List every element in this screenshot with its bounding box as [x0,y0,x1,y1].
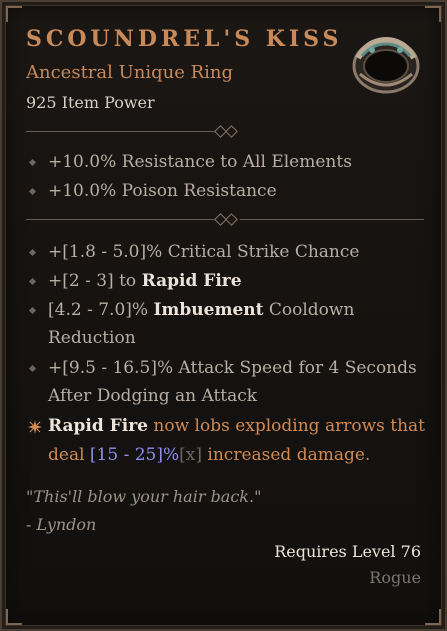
item-power: 925 Item Power [26,93,155,112]
item-tooltip: SCOUNDREL'S KISS Ancestral Unique Ring 9… [0,0,447,631]
frame-corner [6,609,22,625]
unique-star-icon [28,420,42,434]
ring-icon [352,36,420,94]
diamond-bullet-icon [28,158,37,167]
class-requirement: Rogue [369,568,421,587]
diamond-bullet-icon [28,187,37,196]
section-divider [26,125,424,138]
frame-corner [425,6,441,22]
frame-corner [425,609,441,625]
diamond-bullet-icon [28,364,37,373]
diamond-bullet-icon [28,277,37,286]
flavor-author: - Lyndon [26,515,97,534]
diamond-bullet-icon [28,248,37,257]
flavor-quote: "This'll blow your hair back." [26,487,262,506]
diamond-bullet-icon [28,306,37,315]
item-name: SCOUNDREL'S KISS [26,26,343,52]
frame-corner [6,6,22,22]
item-type: Ancestral Unique Ring [26,62,234,83]
section-divider [26,213,424,226]
level-requirement: Requires Level 76 [274,542,421,561]
